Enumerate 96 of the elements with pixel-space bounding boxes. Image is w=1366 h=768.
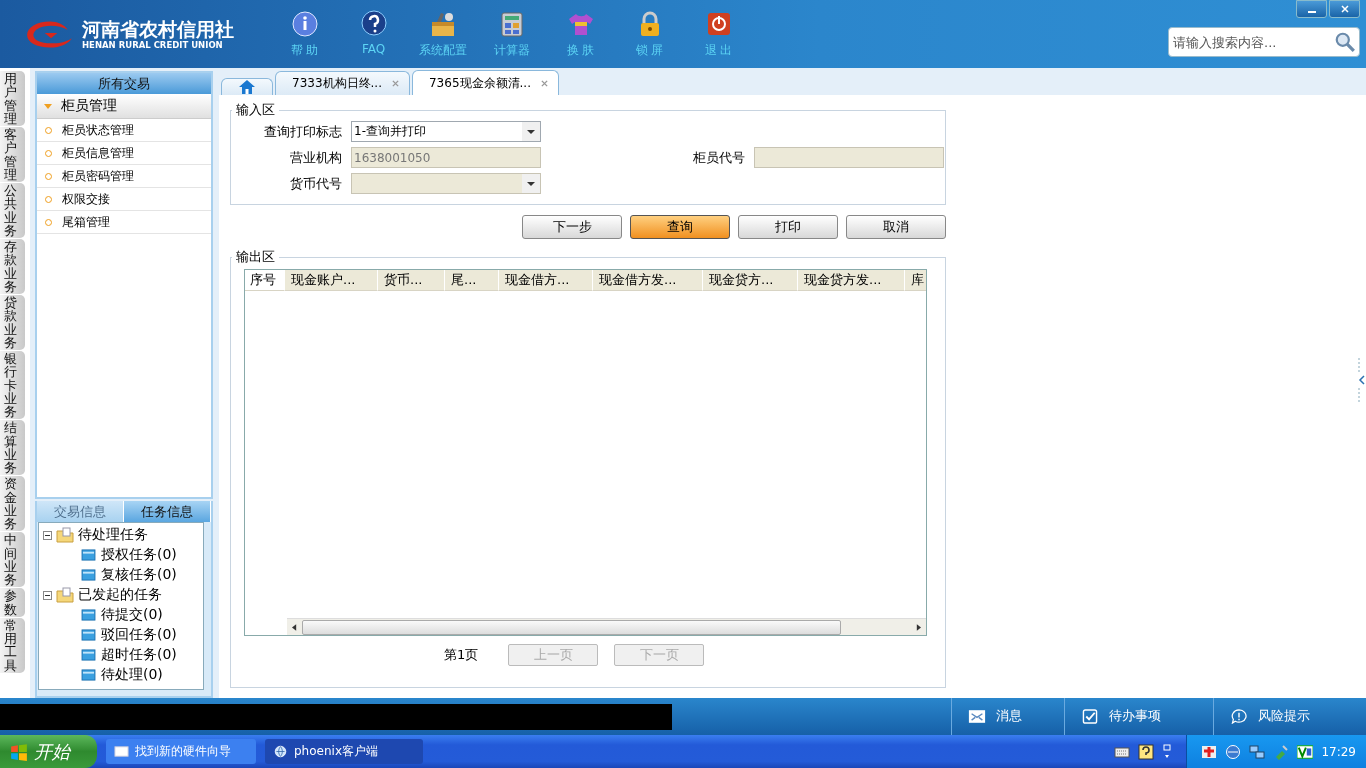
collapse-toggle-icon[interactable] (43, 530, 52, 540)
home-tab[interactable] (221, 78, 273, 95)
field-label: 柜员代号 (692, 148, 745, 167)
folder-icon (56, 587, 74, 603)
field-label: 货币代号 (289, 174, 342, 193)
close-icon[interactable] (540, 79, 548, 87)
action-button[interactable]: 下一步 (522, 215, 622, 239)
column-header[interactable]: 序号 (245, 270, 285, 291)
home-icon (238, 79, 256, 95)
scroll-right-icon[interactable] (916, 623, 921, 631)
dropdown-arrow-icon (527, 129, 535, 134)
side-tab[interactable]: 参数 (0, 588, 25, 617)
menu-item[interactable]: 柜员状态管理 (37, 119, 211, 142)
search-icon[interactable] (1334, 31, 1356, 53)
column-header[interactable]: 现金账户... (285, 270, 378, 291)
section-title: 输出区 (235, 248, 276, 266)
side-tab[interactable]: 中间业务 (0, 532, 25, 588)
tree-node[interactable]: 已发起的任务 (78, 586, 162, 604)
side-tab[interactable]: 公共业务 (0, 183, 25, 238)
tree-node[interactable]: 待处理(0) (101, 666, 163, 684)
action-button[interactable]: 查询 (630, 215, 730, 239)
tree-node[interactable]: 超时任务(0) (101, 646, 177, 664)
tree-node[interactable]: 待处理任务 (78, 526, 148, 544)
dropdown-field[interactable]: 1-查询并打印 (351, 121, 541, 142)
help-icon[interactable] (1138, 743, 1155, 760)
action-button[interactable]: 取消 (846, 215, 946, 239)
close-button[interactable] (1329, 0, 1360, 18)
search-field[interactable]: 请输入搜索内容... (1168, 27, 1360, 57)
side-tab[interactable]: 资金业务 (0, 476, 25, 532)
minimize-icon (1307, 11, 1316, 13)
start-button[interactable]: 开始 (0, 735, 97, 768)
windows-flag-icon (10, 742, 28, 761)
action-button[interactable]: 打印 (738, 215, 838, 239)
window-icon (114, 745, 129, 758)
network-icon[interactable] (1249, 743, 1266, 760)
column-header[interactable]: 现金贷方... (703, 270, 798, 291)
section-title: 输入区 (235, 101, 276, 119)
folder-icon (81, 549, 96, 561)
menu-item[interactable]: 柜员密码管理 (37, 165, 211, 188)
field-label: 营业机构 (289, 148, 342, 167)
tree-node[interactable]: 授权任务(0) (101, 546, 177, 564)
column-header[interactable]: 现金贷方发... (798, 270, 905, 291)
menu-item[interactable]: 柜员信息管理 (37, 142, 211, 165)
side-tab[interactable]: 贷款业务 (0, 295, 25, 350)
collapse-toggle-icon[interactable] (43, 590, 52, 600)
column-header[interactable]: 货币... (378, 270, 445, 291)
speech-bubble-icon (1230, 709, 1248, 724)
help-icon (359, 10, 388, 38)
v-logo-icon[interactable] (1297, 743, 1314, 760)
logo-title: 河南省农村信用社 (82, 18, 234, 40)
side-tab[interactable]: 银行卡业务 (0, 351, 25, 420)
folder-icon (81, 569, 96, 581)
side-tab[interactable]: 存款业务 (0, 239, 25, 294)
field-label: 查询打印标志 (263, 122, 342, 141)
column-header[interactable]: 尾... (445, 270, 499, 291)
minimize-button[interactable] (1296, 0, 1327, 18)
scroll-left-icon[interactable] (292, 623, 297, 631)
close-icon[interactable] (392, 80, 399, 87)
folder-icon (81, 649, 96, 661)
document-tab[interactable]: 7333机构日终... (275, 71, 410, 95)
side-tab[interactable]: 用户管理 (0, 71, 25, 126)
first-aid-icon[interactable] (1201, 743, 1218, 760)
mail-icon (968, 709, 986, 724)
restore-icon[interactable] (1162, 743, 1173, 760)
page-number: 第1页 (444, 646, 479, 664)
side-tab[interactable]: 常用工具 (0, 617, 25, 673)
side-tab[interactable]: 客户管理 (0, 127, 25, 182)
folder-icon (81, 629, 96, 641)
panel-tab[interactable]: 交易信息 (37, 501, 124, 522)
checkbox-icon (1081, 709, 1099, 724)
tree-node[interactable]: 复核任务(0) (101, 566, 177, 584)
document-tab[interactable]: 7365现金余额清... (412, 70, 559, 95)
column-header[interactable]: 库 (905, 270, 926, 291)
logo-subtitle: HENAN RURAL CREDIT UNION (82, 40, 224, 50)
menu-title[interactable]: 所有交易 (37, 73, 211, 94)
dropdown-arrow-icon (527, 181, 535, 186)
panel-tab[interactable]: 任务信息 (124, 501, 211, 522)
folder-icon (56, 527, 74, 543)
folder-icon (81, 609, 96, 621)
close-icon (1339, 4, 1350, 14)
column-header[interactable]: 现金借方发... (593, 270, 703, 291)
tree-node[interactable]: 驳回任务(0) (101, 626, 177, 644)
side-tab[interactable]: 结算业务 (0, 420, 25, 476)
taskbar-button[interactable]: phoenix客户端 (265, 739, 423, 764)
tree-node[interactable]: 待提交(0) (101, 606, 163, 624)
column-header[interactable]: 现金借方... (499, 270, 593, 291)
info-icon (290, 10, 319, 38)
horizontal-scrollbar[interactable] (287, 618, 926, 635)
collapse-handle-icon[interactable] (1358, 358, 1366, 402)
group-label: 柜员管理 (61, 97, 117, 115)
menu-item[interactable]: 权限交接 (37, 188, 211, 211)
menu-group[interactable]: 柜员管理 (37, 94, 211, 119)
taskbar-button[interactable]: 找到新的硬件向导 (106, 739, 256, 764)
folder-icon (81, 669, 96, 681)
menu-item[interactable]: 尾箱管理 (37, 211, 211, 234)
clock: 17:29 (1321, 744, 1356, 759)
